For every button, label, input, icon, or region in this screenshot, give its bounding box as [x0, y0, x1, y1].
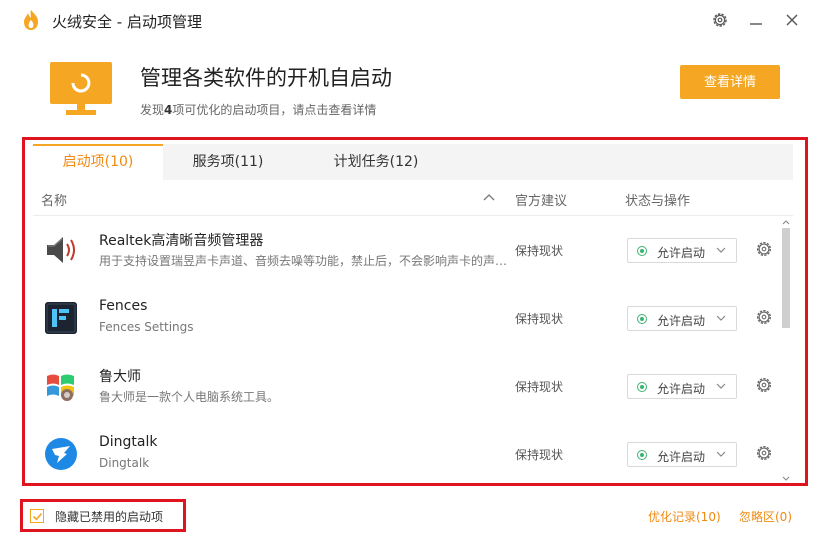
table-row: 鲁大师 鲁大师是一款个人电脑系统工具。 保持现状 允许启动 [33, 352, 777, 420]
status-dropdown[interactable]: 允许启动 [627, 442, 737, 467]
page-subline: 发现4项可优化的启动项目，请点击查看详情 [140, 101, 376, 118]
close-button[interactable] [782, 10, 802, 30]
table-row: Realtek高清晰音频管理器 用于支持设置瑞昱声卡声道、音频去噪等功能，禁止后… [33, 216, 777, 284]
tab-bar: 启动项(10) 服务项(11) 计划任务(12) [33, 144, 793, 180]
huorong-flame-icon [24, 10, 38, 30]
window-title: 火绒安全 - 启动项管理 [52, 13, 202, 31]
scroll-down-arrow-icon[interactable] [782, 475, 790, 483]
tab-scheduled-tasks[interactable]: 计划任务(12) [311, 144, 441, 180]
gear-icon [713, 13, 727, 27]
row-advice: 保持现状 [515, 312, 564, 326]
row-name: 鲁大师 [99, 369, 141, 385]
speaker-icon [47, 237, 75, 263]
subline-suffix: 项可优化的启动项目，请点击查看详情 [172, 103, 377, 117]
row-description: Fences Settings [99, 320, 194, 334]
status-label: 允许启动 [657, 314, 706, 328]
row-settings-gear-icon[interactable] [755, 308, 773, 326]
hide-disabled-option: 隐藏已禁用的启动项 [20, 499, 186, 532]
close-icon [786, 14, 798, 26]
status-allowed-icon [637, 314, 647, 324]
row-advice: 保持现状 [515, 380, 564, 394]
chevron-down-icon [716, 315, 726, 321]
minimize-icon [750, 23, 762, 25]
tab-services[interactable]: 服务项(11) [163, 144, 293, 180]
page-headline: 管理各类软件的开机自启动 [140, 66, 392, 90]
column-status-header: 状态与操作 [625, 194, 691, 209]
status-label: 允许启动 [657, 450, 706, 464]
settings-button[interactable] [710, 10, 730, 30]
column-advice-header: 官方建议 [515, 194, 568, 209]
chevron-down-icon [716, 247, 726, 253]
scroll-up-arrow-icon[interactable] [782, 218, 790, 226]
status-label: 允许启动 [657, 246, 706, 260]
status-dropdown[interactable]: 允许启动 [627, 374, 737, 399]
dingtalk-icon [45, 438, 77, 470]
chevron-down-icon [716, 383, 726, 389]
chevron-down-icon [716, 451, 726, 457]
status-allowed-icon [637, 382, 647, 392]
minimize-button[interactable] [746, 10, 766, 30]
row-settings-gear-icon[interactable] [755, 240, 773, 258]
title-bar: 火绒安全 - 启动项管理 [0, 0, 820, 40]
row-settings-gear-icon[interactable] [755, 376, 773, 394]
row-name: Realtek高清晰音频管理器 [99, 233, 264, 249]
view-details-button[interactable]: 查看详情 [680, 65, 780, 99]
monitor-refresh-icon [50, 62, 112, 115]
tab-startup-items[interactable]: 启动项(10) [33, 144, 163, 180]
ignore-zone-link[interactable]: 忽略区(0) [739, 508, 792, 525]
status-label: 允许启动 [657, 382, 706, 396]
hide-disabled-label[interactable]: 隐藏已禁用的启动项 [55, 508, 163, 525]
row-description: Dingtalk [99, 456, 150, 470]
column-name-header: 名称 [41, 194, 68, 209]
row-name: Dingtalk [99, 434, 158, 450]
optimize-history-link[interactable]: 优化记录(10) [648, 508, 721, 525]
startup-list-panel: 启动项(10) 服务项(11) 计划任务(12) 名称 官方建议 状态与操作 R… [22, 137, 808, 486]
status-allowed-icon [637, 246, 647, 256]
status-allowed-icon [637, 450, 647, 460]
status-dropdown[interactable]: 允许启动 [627, 238, 737, 263]
scrollbar-thumb[interactable] [782, 228, 790, 328]
checkmark-icon [32, 512, 43, 521]
row-advice: 保持现状 [515, 448, 564, 462]
table-row: Dingtalk Dingtalk 保持现状 允许启动 [33, 420, 777, 488]
hide-disabled-checkbox[interactable] [30, 509, 44, 523]
row-description: 用于支持设置瑞昱声卡声道、音频去噪等功能，禁止后，不会影响声卡的声音输出 [99, 254, 509, 268]
row-description: 鲁大师是一款个人电脑系统工具。 [99, 390, 280, 404]
list-scrollbar[interactable] [781, 218, 791, 484]
ludashi-icon [47, 374, 74, 401]
sort-up-icon[interactable] [483, 192, 495, 202]
table-row: Fences Fences Settings 保持现状 允许启动 [33, 284, 777, 352]
status-dropdown[interactable]: 允许启动 [627, 306, 737, 331]
fences-icon [45, 302, 77, 334]
row-advice: 保持现状 [515, 244, 564, 258]
subline-prefix: 发现 [140, 103, 165, 117]
row-name: Fences [99, 298, 148, 314]
row-settings-gear-icon[interactable] [755, 444, 773, 462]
